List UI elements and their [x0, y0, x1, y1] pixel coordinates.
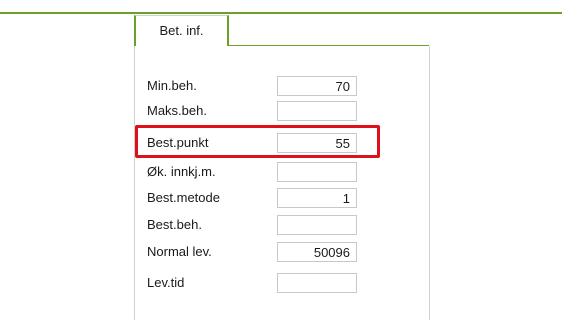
order-info-panel: Min.beh. Maks.beh. Best.punkt Øk. innkj.…	[134, 46, 430, 320]
field-row-normal-lev: Normal lev.	[135, 242, 431, 264]
field-row-min-beh: Min.beh.	[135, 76, 431, 98]
tab-label: Bet. inf.	[159, 23, 204, 38]
top-divider	[0, 12, 562, 14]
field-row-best-metode: Best.metode	[135, 188, 431, 210]
best-metode-input[interactable]	[277, 188, 357, 208]
field-row-best-beh: Best.beh.	[135, 215, 431, 237]
normal-lev-label: Normal lev.	[147, 244, 212, 259]
best-beh-input[interactable]	[277, 215, 357, 235]
ok-innkj-m-label: Øk. innkj.m.	[147, 164, 216, 179]
tab-bet-inf[interactable]: Bet. inf.	[134, 15, 229, 46]
ok-innkj-m-input[interactable]	[277, 162, 357, 182]
min-beh-input[interactable]	[277, 76, 357, 96]
maks-beh-label: Maks.beh.	[147, 103, 207, 118]
lev-tid-input[interactable]	[277, 273, 357, 293]
best-metode-label: Best.metode	[147, 190, 220, 205]
lev-tid-label: Lev.tid	[147, 275, 185, 290]
field-row-ok-innkj-m: Øk. innkj.m.	[135, 162, 431, 184]
field-row-lev-tid: Lev.tid	[135, 273, 431, 295]
best-punkt-label: Best.punkt	[147, 135, 209, 150]
maks-beh-input[interactable]	[277, 101, 357, 121]
min-beh-label: Min.beh.	[147, 78, 197, 93]
field-row-best-punkt: Best.punkt	[135, 133, 431, 155]
best-beh-label: Best.beh.	[147, 217, 202, 232]
normal-lev-input[interactable]	[277, 242, 357, 262]
best-punkt-input[interactable]	[277, 133, 357, 153]
field-row-maks-beh: Maks.beh.	[135, 101, 431, 123]
